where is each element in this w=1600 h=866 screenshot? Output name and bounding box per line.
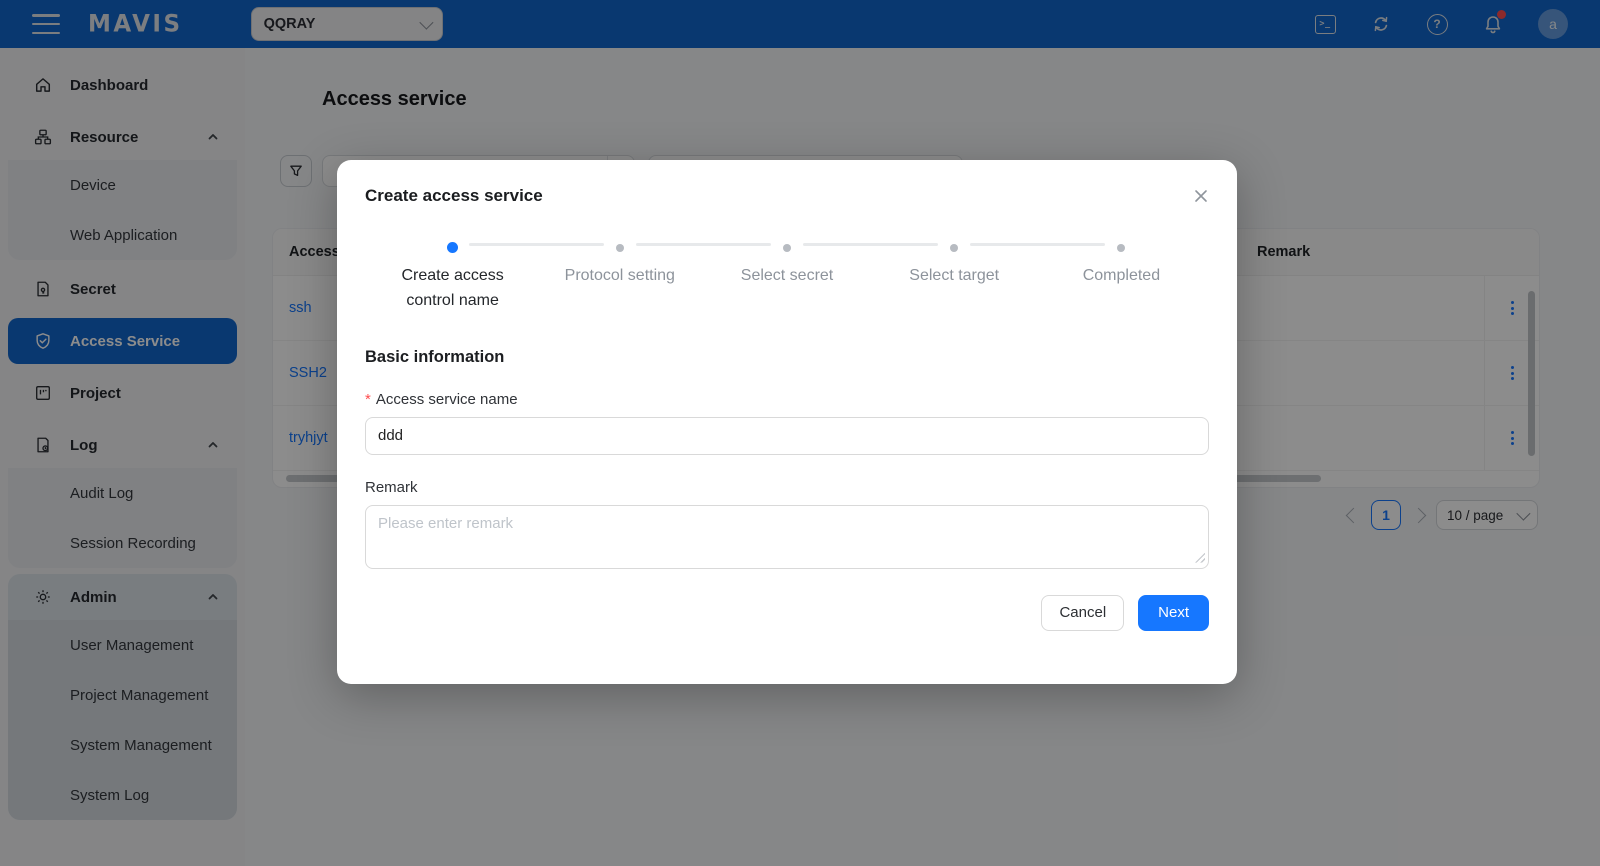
access-service-name-input[interactable]	[365, 417, 1209, 455]
step-dot	[950, 244, 958, 252]
step-select-target: Select target	[871, 238, 1038, 314]
remark-textarea[interactable]	[365, 505, 1209, 569]
step-select-secret: Select secret	[703, 238, 870, 314]
wizard-stepper: Create access control name Protocol sett…	[369, 238, 1205, 314]
step-dot	[616, 244, 624, 252]
step-dot	[783, 244, 791, 252]
step-dot	[1117, 244, 1125, 252]
required-mark: *	[365, 391, 371, 408]
step-dot-active	[447, 242, 458, 253]
section-title: Basic information	[365, 348, 1209, 367]
modal-title: Create access service	[365, 186, 543, 206]
access-service-name-label: *Access service name	[365, 391, 1209, 408]
close-icon[interactable]	[1189, 184, 1213, 208]
remark-label: Remark	[365, 479, 1209, 496]
create-access-service-modal: Create access service Create access cont…	[337, 160, 1237, 684]
cancel-button[interactable]: Cancel	[1041, 595, 1124, 631]
step-protocol-setting: Protocol setting	[536, 238, 703, 314]
step-completed: Completed	[1038, 238, 1205, 314]
next-button[interactable]: Next	[1138, 595, 1209, 631]
step-create-access-control-name: Create access control name	[369, 238, 536, 314]
